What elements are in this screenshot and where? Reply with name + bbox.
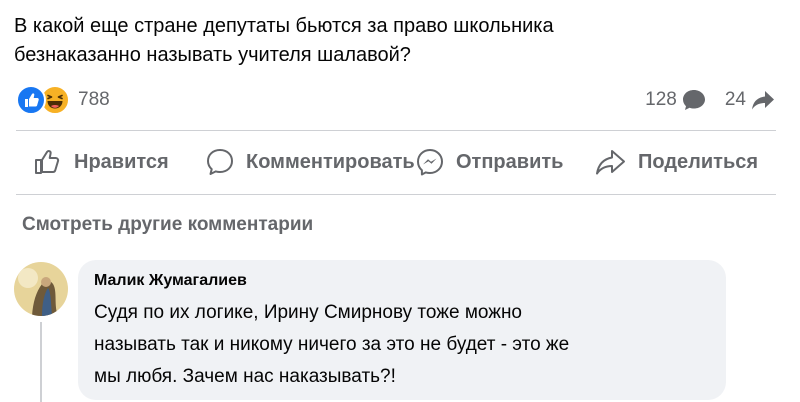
- divider: [16, 130, 776, 131]
- like-button[interactable]: Нравится: [32, 140, 169, 184]
- comment-text-line: мы любя. Зачем нас наказывать?!: [94, 366, 396, 387]
- comment-label: Комментировать: [246, 150, 415, 173]
- comment-bubble: Малик Жумагалиев Судя по их логике, Ирин…: [78, 260, 726, 400]
- comments-count: 128: [645, 89, 677, 110]
- send-label: Отправить: [456, 150, 564, 173]
- comment-text: Судя по их логике, Ирину Смирнову тоже м…: [94, 297, 710, 393]
- reactions-count: 788: [78, 89, 110, 110]
- comments-count-link[interactable]: 128: [645, 88, 707, 112]
- share-button[interactable]: Поделиться: [594, 140, 758, 184]
- post-text-line: безнаказанно называть учителя шалавой?: [14, 44, 411, 66]
- avatar[interactable]: [14, 262, 68, 316]
- share-icon: [596, 150, 625, 175]
- see-more-comments-link[interactable]: Смотреть другие комментарии: [22, 214, 313, 236]
- shares-count: 24: [724, 89, 746, 110]
- post-text-line: В какой еще стране депутаты бьются за пр…: [14, 15, 554, 37]
- send-button[interactable]: Отправить: [414, 140, 563, 184]
- post-text: В какой еще стране депутаты бьются за пр…: [14, 12, 774, 70]
- share-arrow-icon: [752, 91, 774, 110]
- reactions-summary[interactable]: 788: [16, 85, 110, 115]
- comment-bubble-icon: [682, 90, 705, 110]
- commenter-avatar-image: [14, 262, 68, 316]
- like-reaction-icon: [16, 85, 46, 115]
- comment-text-line: Судя по их логике, Ирину Смирнову тоже м…: [94, 302, 523, 323]
- comment-icon: [207, 149, 233, 175]
- comment-author[interactable]: Малик Жумагалиев: [94, 270, 710, 292]
- shares-count-link[interactable]: 24: [725, 88, 776, 112]
- share-label: Поделиться: [638, 150, 759, 173]
- comment-text-line: называть так и никому ничего за это не б…: [94, 334, 570, 355]
- engagement-counts: 128 24: [645, 86, 776, 114]
- divider: [16, 194, 776, 195]
- like-label: Нравится: [74, 150, 169, 173]
- thumbs-up-icon: [35, 150, 60, 174]
- reply-thread-line: [40, 322, 42, 402]
- messenger-icon: [417, 149, 443, 176]
- comment-button[interactable]: Комментировать: [204, 140, 415, 184]
